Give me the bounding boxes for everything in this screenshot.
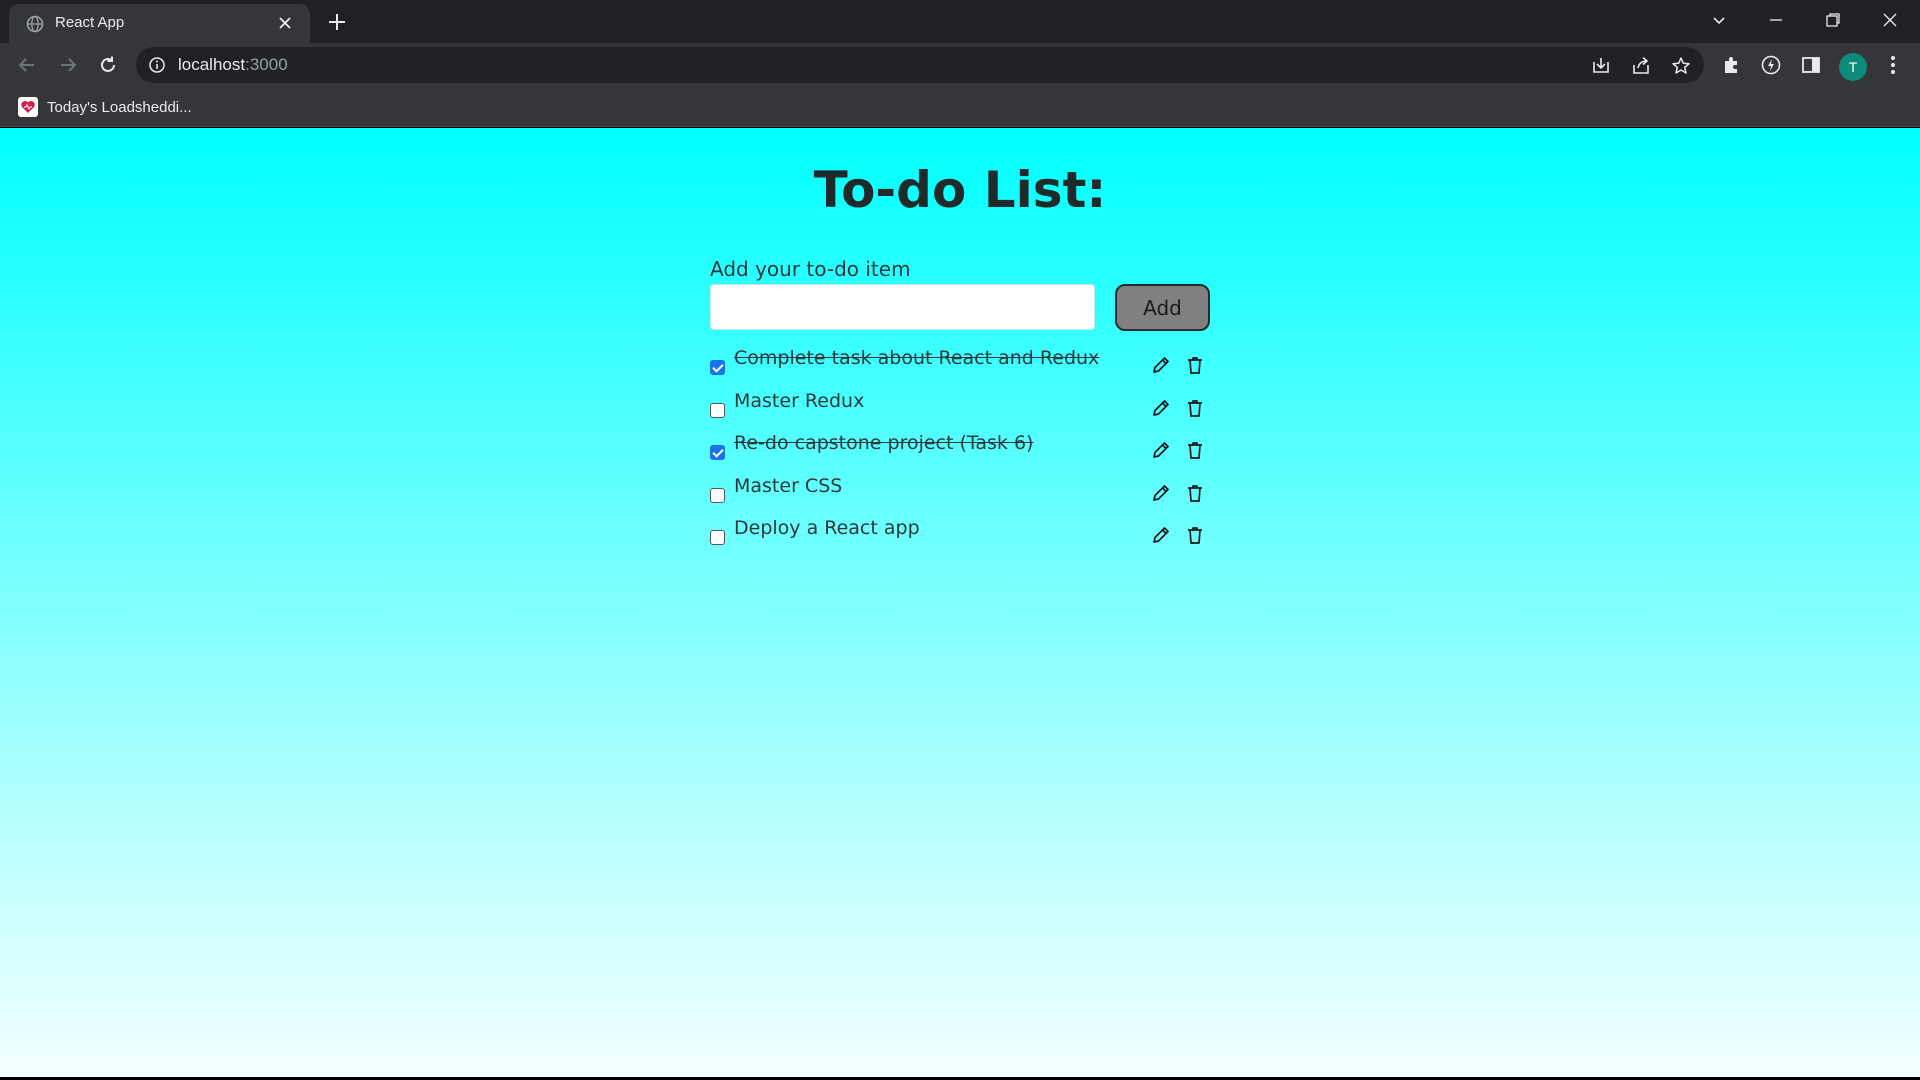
- todo-checkbox[interactable]: [710, 402, 725, 418]
- tab-search-icon[interactable]: [1691, 0, 1747, 40]
- browser-tab[interactable]: React App: [9, 4, 310, 43]
- reload-icon[interactable]: [94, 51, 122, 79]
- profile-avatar[interactable]: T: [1839, 53, 1867, 81]
- todo-text: Complete task about React and Redux: [734, 347, 1100, 369]
- heart-icon: [18, 97, 38, 117]
- extensions-icon[interactable]: [1719, 53, 1743, 77]
- side-panel-icon[interactable]: [1799, 53, 1823, 77]
- share-icon[interactable]: [1630, 55, 1652, 77]
- todo-checkbox[interactable]: [710, 530, 725, 545]
- bookmark-star-icon[interactable]: [1670, 55, 1692, 77]
- todo-item: Master CSS: [710, 475, 1210, 518]
- bookmark-item[interactable]: Today's Loadsheddi...: [18, 96, 192, 118]
- bookmark-label: Today's Loadsheddi...: [47, 98, 192, 116]
- trash-icon[interactable]: [1184, 354, 1206, 376]
- tab-close-icon[interactable]: [274, 12, 296, 34]
- pencil-icon[interactable]: [1150, 397, 1172, 419]
- site-info-icon[interactable]: [148, 56, 166, 74]
- url-port: :3000: [245, 55, 288, 74]
- todo-text: Master Redux: [734, 389, 865, 412]
- back-arrow-icon[interactable]: [13, 51, 41, 79]
- todo-checkbox[interactable]: [710, 445, 725, 460]
- todo-item: Re-do capstone project (Task 6): [710, 432, 1210, 475]
- restore-icon[interactable]: [1805, 0, 1861, 40]
- pencil-icon[interactable]: [1150, 354, 1172, 376]
- todo-text: Deploy a React app: [734, 517, 920, 539]
- tab-strip: React App: [0, 0, 1920, 43]
- globe-icon: [26, 15, 44, 33]
- extension-bolt-icon[interactable]: [1759, 53, 1783, 77]
- pencil-icon[interactable]: [1150, 439, 1172, 461]
- todo-text: Re-do capstone project (Task 6): [734, 432, 1034, 454]
- todo-list: Complete task about React and Redux Maste…: [710, 347, 1210, 560]
- trash-icon[interactable]: [1184, 524, 1206, 546]
- address-bar[interactable]: localhost:3000: [136, 47, 1704, 83]
- add-button[interactable]: Add: [1115, 284, 1210, 331]
- url-text[interactable]: localhost:3000: [178, 55, 288, 75]
- todo-checkbox[interactable]: [710, 487, 725, 503]
- todo-item: Master Redux: [710, 390, 1210, 433]
- todo-input[interactable]: [710, 284, 1095, 330]
- close-window-icon[interactable]: [1862, 0, 1918, 40]
- pencil-icon[interactable]: [1150, 482, 1172, 504]
- trash-icon[interactable]: [1184, 482, 1206, 504]
- minimize-icon[interactable]: [1748, 0, 1804, 40]
- trash-icon[interactable]: [1184, 439, 1206, 461]
- todo-text: Master CSS: [734, 474, 843, 497]
- browser-toolbar: localhost:3000 T: [0, 43, 1920, 87]
- install-icon[interactable]: [1590, 55, 1612, 77]
- url-host: localhost: [178, 55, 246, 74]
- pencil-icon[interactable]: [1150, 524, 1172, 546]
- forward-arrow-icon[interactable]: [54, 51, 82, 79]
- todo-checkbox[interactable]: [710, 360, 725, 375]
- todo-input-label: Add your to-do item: [710, 257, 911, 281]
- trash-icon[interactable]: [1184, 397, 1206, 419]
- bookmarks-bar: Today's Loadsheddi...: [0, 87, 1920, 127]
- new-tab-icon[interactable]: [325, 10, 349, 34]
- todo-item: Deploy a React app: [710, 517, 1210, 560]
- menu-kebab-icon[interactable]: [1881, 53, 1905, 77]
- tab-title: React App: [55, 14, 125, 31]
- page-title: To-do List:: [813, 161, 1107, 219]
- page-viewport: To-do List: Add your to-do item Add Comp…: [0, 128, 1920, 1077]
- todo-item: Complete task about React and Redux: [710, 347, 1210, 390]
